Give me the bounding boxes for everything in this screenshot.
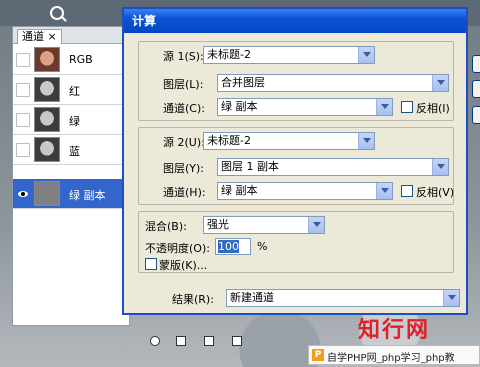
mask-checkbox[interactable] — [145, 258, 157, 270]
caption-text: 自学PHP网_php学习_php教 — [327, 353, 455, 364]
visibility-toggle[interactable] — [16, 113, 30, 127]
dialog-title: 计算 — [124, 9, 466, 33]
channel-row-rgb[interactable]: RGB — [13, 45, 131, 75]
tab-channels[interactable]: 通道 × — [17, 29, 62, 44]
visibility-toggle[interactable] — [16, 143, 30, 157]
ok-button[interactable] — [472, 55, 480, 73]
chevron-down-icon — [376, 99, 392, 115]
channel-thumbnail — [34, 137, 60, 162]
blend-group: 混合(B): 强光 不透明度(O): 100 % 蒙版(K)... — [138, 211, 454, 273]
blend-mode-value: 强光 — [207, 218, 229, 231]
channels-panel: 通道 × RGB 红 绿 蓝 绿 副本 — [12, 26, 131, 326]
layer2-select[interactable]: 图层 1 副本 — [217, 158, 449, 176]
layer2-label: 图层(Y): — [163, 162, 205, 175]
cancel-button[interactable] — [472, 80, 480, 98]
panel-tabs: 通道 × — [13, 27, 129, 44]
channel-thumbnail — [34, 47, 60, 72]
source2-group: 源 2(U): 未标题-2 图层(Y): 图层 1 副本 通道(H): 绿 副本… — [138, 127, 454, 205]
invert2-label: 反相(V) — [416, 186, 455, 199]
result-value: 新建通道 — [230, 291, 274, 304]
channel-label: 蓝 — [69, 145, 80, 158]
panel-footer — [150, 336, 260, 350]
tab-channels-label: 通道 — [22, 30, 44, 43]
result-select[interactable]: 新建通道 — [226, 289, 460, 307]
source1-value: 未标题-2 — [207, 48, 251, 61]
save-selection-icon[interactable] — [176, 336, 186, 346]
close-icon[interactable]: × — [48, 30, 57, 43]
result-label: 结果(R): — [172, 293, 214, 306]
p-icon: P — [312, 349, 324, 361]
source2-select[interactable]: 未标题-2 — [203, 132, 375, 150]
calculations-dialog: 计算 源 1(S): 未标题-2 图层(L): 合并图层 通道(C): 绿 副本… — [122, 7, 468, 315]
opacity-unit: % — [257, 240, 268, 253]
source1-label: 源 1(S): — [163, 50, 204, 63]
blend-label: 混合(B): — [145, 220, 187, 233]
chevron-down-icon — [358, 47, 374, 63]
layer1-value: 合并图层 — [221, 76, 265, 89]
channel2-select[interactable]: 绿 副本 — [217, 182, 393, 200]
channel-thumbnail — [34, 77, 60, 102]
channel-row-blue[interactable]: 蓝 — [13, 135, 131, 165]
invert2-checkbox[interactable] — [401, 185, 413, 197]
channel-thumbnail — [34, 107, 60, 132]
channel-row-green[interactable]: 绿 — [13, 105, 131, 135]
channel2-label: 通道(H): — [163, 186, 206, 199]
watermark-caption: P 自学PHP网_php学习_php教 — [308, 345, 480, 365]
visibility-toggle[interactable] — [16, 83, 30, 97]
source1-select[interactable]: 未标题-2 — [203, 46, 375, 64]
invert1-label: 反相(I) — [416, 102, 450, 115]
channel1-label: 通道(C): — [163, 102, 205, 115]
load-selection-icon[interactable] — [150, 336, 160, 346]
mask-label[interactable]: 蒙版(K)... — [159, 257, 207, 273]
source2-label: 源 2(U): — [163, 136, 205, 149]
visibility-toggle[interactable] — [16, 53, 30, 67]
channel2-value: 绿 副本 — [221, 184, 258, 197]
opacity-label: 不透明度(O): — [145, 242, 210, 255]
opacity-value: 100 — [218, 240, 239, 253]
channel-label: 红 — [69, 85, 80, 98]
chevron-down-icon — [443, 290, 459, 306]
layer1-select[interactable]: 合并图层 — [217, 74, 449, 92]
opacity-input[interactable]: 100 — [215, 238, 251, 255]
eye-icon[interactable] — [16, 187, 30, 201]
preview-checkbox[interactable] — [472, 106, 480, 124]
chevron-down-icon — [358, 133, 374, 149]
chevron-down-icon — [376, 183, 392, 199]
trash-icon[interactable] — [232, 336, 242, 346]
source1-group: 源 1(S): 未标题-2 图层(L): 合并图层 通道(C): 绿 副本 反相… — [138, 41, 454, 121]
channel-thumbnail — [34, 181, 60, 206]
blend-mode-select[interactable]: 强光 — [203, 216, 325, 234]
layer2-value: 图层 1 副本 — [221, 160, 279, 173]
invert1-checkbox[interactable] — [401, 101, 413, 113]
channel1-select[interactable]: 绿 副本 — [217, 98, 393, 116]
zoom-icon[interactable] — [50, 6, 64, 20]
channel-label: 绿 副本 — [69, 189, 106, 202]
chevron-down-icon — [308, 217, 324, 233]
layer1-label: 图层(L): — [163, 78, 204, 91]
channel-row-green-copy[interactable]: 绿 副本 — [13, 179, 131, 209]
channel-row-red[interactable]: 红 — [13, 75, 131, 105]
chevron-down-icon — [432, 159, 448, 175]
channel-label: 绿 — [69, 115, 80, 128]
chevron-down-icon — [432, 75, 448, 91]
channel1-value: 绿 副本 — [221, 100, 258, 113]
source2-value: 未标题-2 — [207, 134, 251, 147]
new-channel-icon[interactable] — [204, 336, 214, 346]
channel-label: RGB — [69, 53, 93, 66]
watermark-logo: 知行网 — [358, 317, 431, 343]
